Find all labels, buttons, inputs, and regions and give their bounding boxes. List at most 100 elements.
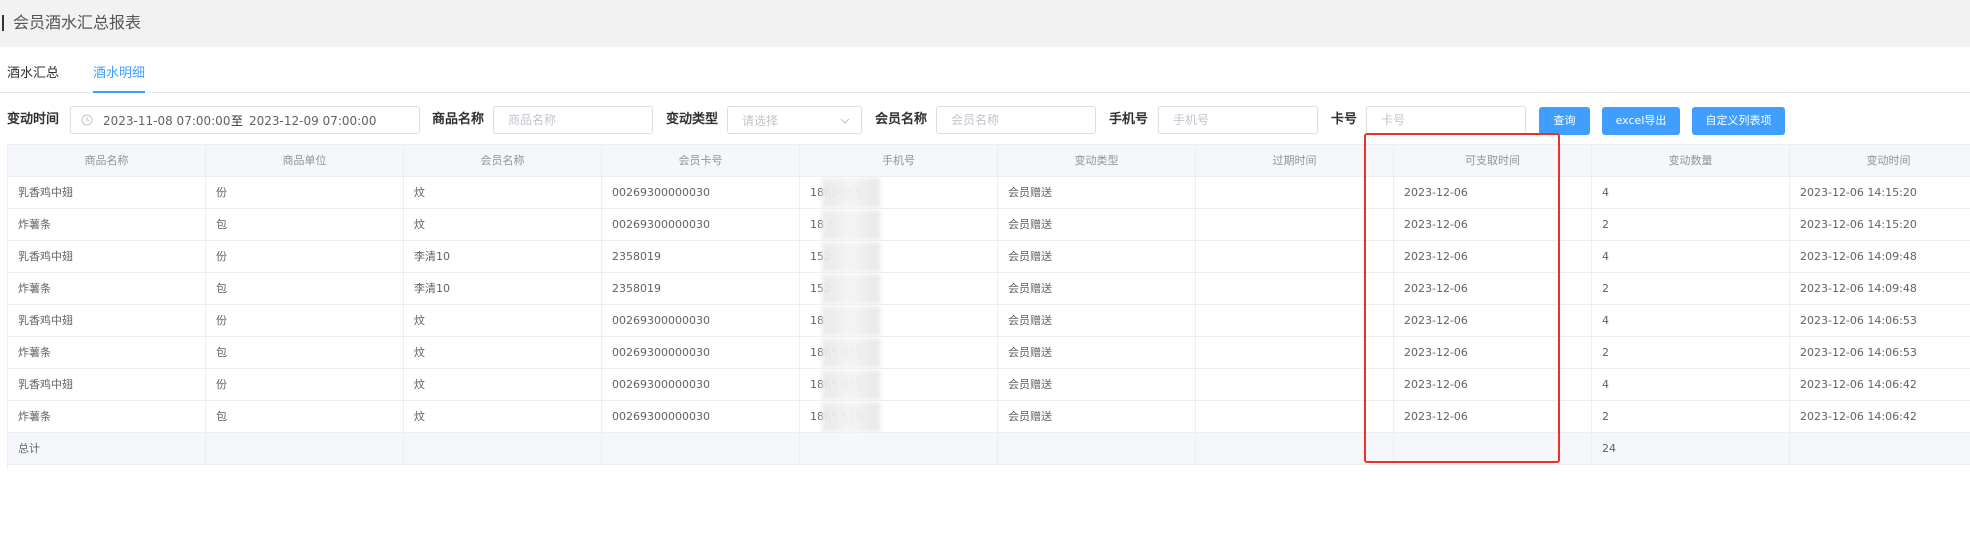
- card-number-label: 卡号: [1331, 112, 1358, 127]
- cell-product-unit: 份: [206, 369, 404, 401]
- cell-product-unit: 包: [206, 401, 404, 433]
- cell-change-quantity: 2: [1592, 337, 1790, 369]
- phone-redaction: [822, 242, 880, 272]
- cell-member-name: 炆: [404, 177, 602, 209]
- header-member-name: 会员名称: [404, 145, 602, 177]
- header-withdrawable-time: 可支取时间: [1394, 145, 1592, 177]
- cell-expire-time: [1196, 177, 1394, 209]
- tab-bar: 酒水汇总 酒水明细: [0, 64, 1970, 93]
- cell-change-quantity: 4: [1592, 177, 1790, 209]
- cell-withdrawable-time: 2023-12-06: [1394, 305, 1592, 337]
- phone-redaction: [822, 274, 880, 304]
- cell-product-name: 乳香鸡中翅: [8, 241, 206, 273]
- cell-member-name: 炆: [404, 305, 602, 337]
- cell-change-time: 2023-12-06 14:15:20: [1790, 177, 1970, 209]
- cell-change-time: 2023-12-06 14:15:20: [1790, 209, 1970, 241]
- cell-change-type: 会员赠送: [998, 209, 1196, 241]
- change-type-select[interactable]: 请选择: [727, 106, 862, 134]
- cell-withdrawable-time: 2023-12-06: [1394, 401, 1592, 433]
- cell-withdrawable-time: 2023-12-06: [1394, 337, 1592, 369]
- custom-columns-button[interactable]: 自定义列表项: [1692, 107, 1785, 135]
- cell-change-time: 2023-12-06 14:06:42: [1790, 401, 1970, 433]
- total-cell: [602, 433, 800, 465]
- table-header-row: 商品名称 商品单位 会员名称 会员卡号 手机号 变动类型 过期时间 可支取时间 变动数量 变动时间: [8, 145, 1970, 177]
- cell-expire-time: [1196, 241, 1394, 273]
- product-name-input[interactable]: [493, 106, 653, 134]
- header-change-time: 变动时间: [1790, 145, 1970, 177]
- cell-product-unit: 份: [206, 241, 404, 273]
- cell-phone: 152: [800, 273, 998, 305]
- tab-drink-detail[interactable]: 酒水明细: [93, 64, 146, 93]
- cell-member-card: 2358019: [602, 273, 800, 305]
- table-row: 乳香鸡中翅份炆00269300000030186503 5会员赠送 2023-12…: [8, 177, 1970, 209]
- change-type-placeholder: 请选择: [742, 114, 779, 128]
- cell-expire-time: [1196, 273, 1394, 305]
- member-name-input[interactable]: [936, 106, 1096, 134]
- header-change-type: 变动类型: [998, 145, 1196, 177]
- total-cell: [1790, 433, 1970, 465]
- cell-member-card: 00269300000030: [602, 369, 800, 401]
- cell-product-name: 炸薯条: [8, 401, 206, 433]
- cell-member-card: 00269300000030: [602, 337, 800, 369]
- date-range-picker[interactable]: 2023-11-08 07:00:00 至 2023-12-09 07:00:0…: [70, 106, 420, 134]
- phone-redaction: [822, 210, 880, 240]
- table-row: 炸薯条包炆002693000000301865 510会员赠送 2023-12-0…: [8, 401, 1970, 433]
- cell-change-quantity: 4: [1592, 241, 1790, 273]
- total-cell: [800, 433, 998, 465]
- cell-change-quantity: 2: [1592, 209, 1790, 241]
- total-label: 总计: [8, 433, 206, 465]
- total-cell: [1394, 433, 1592, 465]
- page-title: 会员酒水汇总报表: [13, 13, 142, 32]
- cell-member-name: 炆: [404, 209, 602, 241]
- card-number-input[interactable]: [1366, 106, 1526, 134]
- table-row: 炸薯条包炆002693000000301865 851会员赠送 2023-12-0…: [8, 337, 1970, 369]
- excel-export-button[interactable]: excel导出: [1602, 107, 1680, 135]
- cell-member-name: 李清10: [404, 241, 602, 273]
- cell-member-card: 00269300000030: [602, 401, 800, 433]
- total-cell: [206, 433, 404, 465]
- cell-product-name: 乳香鸡中翅: [8, 369, 206, 401]
- cell-product-name: 炸薯条: [8, 273, 206, 305]
- cell-change-time: 2023-12-06 14:06:42: [1790, 369, 1970, 401]
- cell-withdrawable-time: 2023-12-06: [1394, 241, 1592, 273]
- chevron-down-icon: [840, 118, 850, 124]
- cell-member-card: 00269300000030: [602, 209, 800, 241]
- header-product-unit: 商品单位: [206, 145, 404, 177]
- clock-icon: [81, 114, 93, 126]
- cell-product-unit: 包: [206, 209, 404, 241]
- title-accent-bar: [2, 15, 4, 31]
- member-name-label: 会员名称: [875, 112, 928, 127]
- phone-redaction: [822, 306, 880, 336]
- cell-change-type: 会员赠送: [998, 305, 1196, 337]
- phone-redaction: [822, 338, 880, 368]
- cell-change-type: 会员赠送: [998, 273, 1196, 305]
- header-phone: 手机号: [800, 145, 998, 177]
- change-type-label: 变动类型: [666, 112, 719, 127]
- phone-input[interactable]: [1158, 106, 1318, 134]
- cell-phone: 18: [800, 305, 998, 337]
- header-change-quantity: 变动数量: [1592, 145, 1790, 177]
- cell-expire-time: [1196, 369, 1394, 401]
- cell-product-unit: 份: [206, 177, 404, 209]
- change-time-label: 变动时间: [7, 112, 60, 127]
- cell-product-unit: 份: [206, 305, 404, 337]
- cell-expire-time: [1196, 401, 1394, 433]
- cell-expire-time: [1196, 305, 1394, 337]
- query-button[interactable]: 查询: [1539, 107, 1590, 135]
- cell-member-name: 炆: [404, 337, 602, 369]
- cell-withdrawable-time: 2023-12-06: [1394, 273, 1592, 305]
- cell-product-unit: 包: [206, 273, 404, 305]
- total-cell: [1196, 433, 1394, 465]
- cell-product-unit: 包: [206, 337, 404, 369]
- table-row: 炸薯条包李清10 2358019 152 会员赠送 2023-12-06 2 2023-12…: [8, 273, 1970, 305]
- cell-change-type: 会员赠送: [998, 241, 1196, 273]
- date-start-value: 2023-11-08 07:00:00: [103, 114, 231, 128]
- table-row: 乳香鸡中翅份炆002693000000301865 851会员赠送 2023-12…: [8, 369, 1970, 401]
- cell-withdrawable-time: 2023-12-06: [1394, 177, 1592, 209]
- table-row: 乳香鸡中翅份炆 00269300000030 18 会员赠送 2023-12-06 4 20…: [8, 305, 1970, 337]
- phone-redaction: [822, 402, 880, 432]
- cell-phone: 18 8: [800, 209, 998, 241]
- cell-change-time: 2023-12-06 14:06:53: [1790, 337, 1970, 369]
- cell-product-name: 炸薯条: [8, 209, 206, 241]
- tab-drink-summary[interactable]: 酒水汇总: [7, 64, 59, 91]
